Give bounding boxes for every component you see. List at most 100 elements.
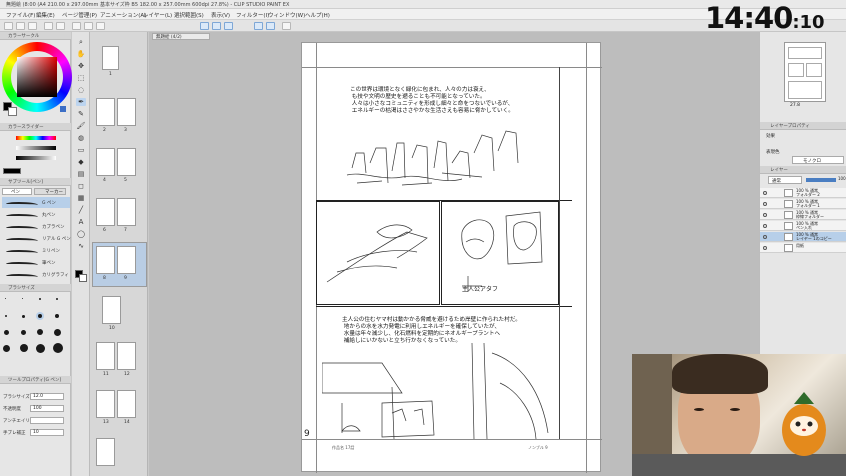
clear-icon[interactable] [72,22,81,30]
visibility-eye-icon[interactable] [763,246,767,250]
pencil-tool-icon[interactable]: ✎ [76,110,86,118]
stabilizer-field[interactable]: 10 [30,429,64,436]
subtool-tab-marker[interactable]: マーカー [34,188,66,195]
select-tool-icon[interactable]: ⬚ [76,74,86,82]
page-thumb-9[interactable] [117,246,136,274]
stabilizer-icon[interactable] [266,22,275,30]
brush-label[interactable]: カブラペン [42,224,65,230]
balloon-tool-icon[interactable]: ◯ [76,230,86,238]
snap-grid-icon[interactable] [224,22,233,30]
opacity-field[interactable]: 100 [30,405,64,412]
hue-slider[interactable] [16,136,56,140]
pointer-icon[interactable] [282,22,291,30]
layer-row[interactable]: 100 % 通常 枠線フォルダー [760,210,846,220]
visibility-eye-icon[interactable] [763,202,767,206]
frame-tool-icon[interactable]: ▦ [76,194,86,202]
brush-tool-icon[interactable]: 🖌 [76,122,86,130]
brush-size-palette[interactable] [2,295,71,367]
size-dot[interactable] [37,329,43,335]
text-tool-icon[interactable]: A [76,218,86,226]
pen-pressure-icon[interactable] [254,22,263,30]
tool-sub-color-chip[interactable] [79,274,87,282]
ruler-tool-icon[interactable]: ╱ [76,206,86,214]
save-icon[interactable] [28,22,37,30]
transform-icon[interactable] [96,22,105,30]
brush-label[interactable]: リアル G ペン [42,236,71,242]
new-file-icon[interactable] [4,22,13,30]
pen-tool-icon[interactable]: ✒ [76,98,86,106]
brush-size-field[interactable]: 12.0 [30,393,64,400]
menu-page[interactable]: ページ管理(P) [62,11,97,19]
undo-icon[interactable] [44,22,53,30]
page-thumb-6[interactable] [96,198,115,226]
size-dot[interactable] [5,298,6,299]
page-thumb-3[interactable] [117,98,136,126]
size-dot[interactable] [55,314,59,318]
navigator-preview[interactable] [784,42,826,102]
menu-file[interactable]: ファイル(F) [6,11,35,19]
navigator-zoom[interactable]: 27.8 [790,103,800,108]
brightness-slider[interactable] [16,156,56,160]
page-thumb-13[interactable] [96,390,115,418]
brush-label[interactable]: 筆ペン [42,260,56,266]
narration-bottom[interactable]: 主人公の住むヤマ村は動かかる脅威を避けるため岸壁に作られた村だ。 地からの水を水… [342,317,521,345]
size-dot[interactable] [54,329,61,336]
page-thumb-5[interactable] [117,148,136,176]
visibility-eye-icon[interactable] [763,224,767,228]
size-dot[interactable] [56,298,58,300]
panel-hand[interactable] [316,201,440,305]
opacity-slider[interactable] [806,178,836,182]
page-thumb-4[interactable] [96,148,115,176]
layer-row[interactable]: 用紙 [760,243,846,253]
page-thumb-12[interactable] [117,342,136,370]
menu-view[interactable]: 表示(V) [211,11,230,19]
page-thumb-8[interactable] [96,246,115,274]
redo-icon[interactable] [56,22,65,30]
lasso-tool-icon[interactable]: ◌ [76,86,86,94]
size-dot[interactable] [3,345,10,352]
page-thumb-11[interactable] [96,342,115,370]
transparent-color-chip[interactable] [60,106,66,112]
character-caption[interactable]: 主人公アタフ [462,284,498,293]
menu-selection[interactable]: 選択範囲(S) [174,11,204,19]
size-dot[interactable] [4,330,9,335]
visibility-eye-icon[interactable] [763,191,767,195]
visibility-eye-icon[interactable] [763,213,767,217]
size-dot[interactable] [5,315,7,317]
size-dot[interactable] [20,344,28,352]
airbrush-tool-icon[interactable]: ◍ [76,134,86,142]
expression-color-select[interactable]: モノクロ [792,156,844,164]
brush-label[interactable]: ミリペン [42,248,60,254]
visibility-eye-icon[interactable] [763,235,767,239]
open-file-icon[interactable] [16,22,25,30]
menu-edit[interactable]: 編集(E) [36,11,55,19]
sub-color-chip[interactable] [8,107,17,116]
snap-special-ruler-icon[interactable] [212,22,221,30]
correct-line-tool-icon[interactable]: ∿ [76,242,86,250]
panel-character[interactable]: 主人公アタフ [441,201,559,305]
page-thumb-10[interactable] [102,296,121,324]
layer-row[interactable]: 100 % 通常 フォルダー 1 [760,199,846,209]
fill-tool-icon[interactable]: ◆ [76,158,86,166]
layer-row-selected[interactable]: 100 % 通常 レイヤー 1のコピー [760,232,846,242]
layer-row[interactable]: 100 % 通常 ペン入れ [760,221,846,231]
eraser-tool-icon[interactable]: ▭ [76,146,86,154]
menu-window[interactable]: ウィンドウ(W) [268,11,305,19]
menu-animation[interactable]: アニメーション(A) [100,11,146,19]
saturation-value-square[interactable] [17,57,57,97]
hand-tool-icon[interactable]: ✋ [76,50,86,58]
canvas-tab[interactable]: 無題絵 (4/2) [152,33,210,40]
layer-row[interactable]: 100 % 通常 フォルダー 2 [760,188,846,198]
page-thumb-7[interactable] [117,198,136,226]
size-dot[interactable] [39,298,41,300]
saturation-slider[interactable] [16,146,56,150]
narration-top[interactable]: この世界は環境となく緑化に包まれ、人々の力は衰え、 も技や文明の歴史を遡ることも… [350,87,514,115]
fill-icon[interactable] [84,22,93,30]
manga-page[interactable]: この世界は環境となく緑化に包まれ、人々の力は衰え、 も技や文明の歴史を遡ることも… [301,42,602,473]
size-dot[interactable] [21,330,26,335]
color-wheel[interactable] [2,42,72,112]
page-thumb-1[interactable] [102,46,119,70]
antialias-field[interactable] [30,417,64,424]
menu-layer[interactable]: レイヤー(L) [143,11,172,19]
brush-label[interactable]: G ペン [42,200,56,206]
